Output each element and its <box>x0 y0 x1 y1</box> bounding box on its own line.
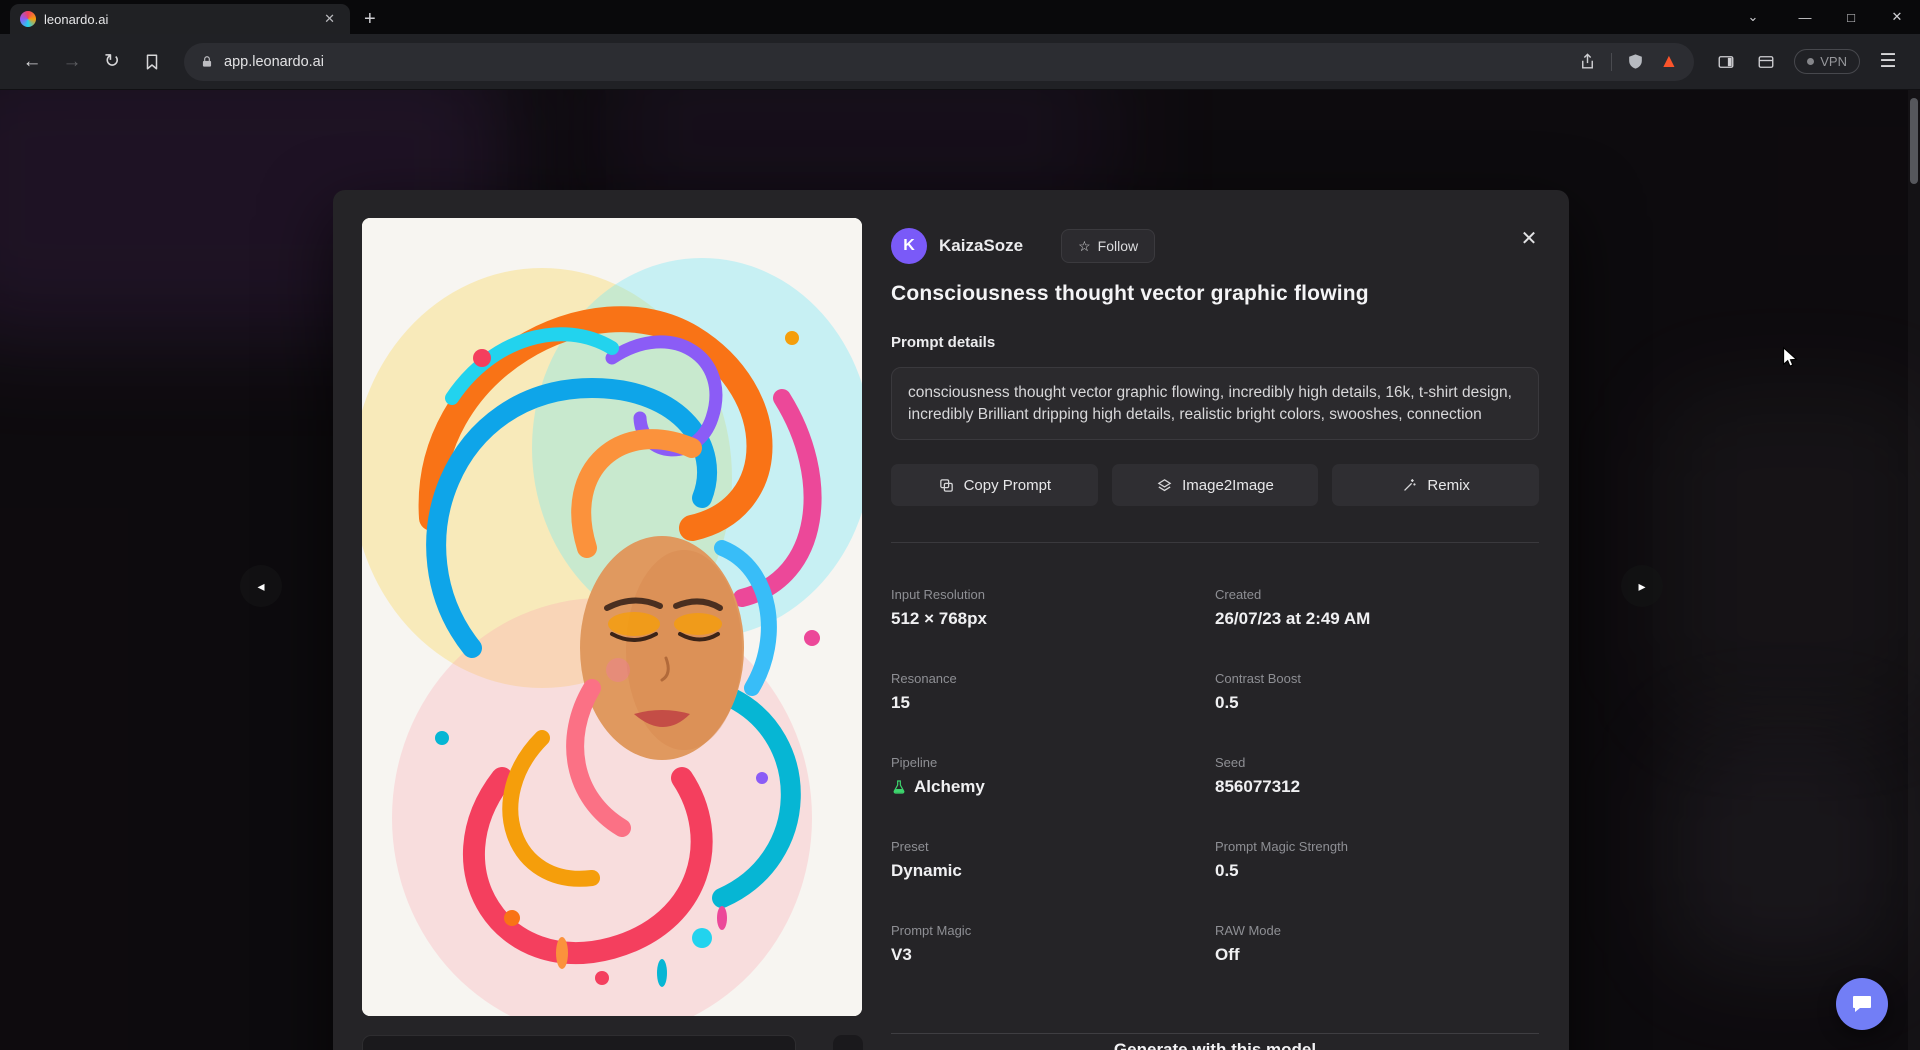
follow-label: Follow <box>1098 238 1138 254</box>
navigation-bar: ← → ↻ app.leonardo.ai ▲ VPN ☰ <box>0 34 1920 90</box>
chat-icon <box>1850 992 1874 1016</box>
new-tab-button[interactable]: + <box>364 9 376 29</box>
close-modal-button[interactable]: ✕ <box>1515 224 1543 252</box>
remix-button[interactable]: Remix <box>1332 464 1539 506</box>
share-icon[interactable] <box>1578 52 1597 71</box>
meta-prompt-magic-strength: Prompt Magic Strength 0.5 <box>1215 839 1539 881</box>
generated-image[interactable] <box>362 218 862 1016</box>
layers-icon <box>1156 477 1173 494</box>
menu-button[interactable]: ☰ <box>1870 44 1906 80</box>
bookmark-icon[interactable] <box>134 44 170 80</box>
window-controls: ⌄ — □ ✕ <box>1730 0 1920 34</box>
leonardo-favicon <box>20 11 36 27</box>
tab-title: leonardo.ai <box>44 12 311 27</box>
lock-icon <box>200 55 214 69</box>
tab-bar: leonardo.ai ✕ + ⌄ — □ ✕ <box>0 0 1920 34</box>
details-panel: K KaizaSoze ☆ Follow Consciousness thoug… <box>891 190 1539 965</box>
divider <box>891 542 1539 543</box>
brave-shields-icon[interactable] <box>1626 52 1645 71</box>
star-icon: ☆ <box>1078 238 1091 255</box>
tab-search-chevron-icon[interactable]: ⌄ <box>1730 0 1776 34</box>
tab-close-icon[interactable]: ✕ <box>319 9 340 29</box>
scrollbar[interactable] <box>1908 90 1920 1050</box>
prompt-actions: Copy Prompt Image2Image Remix <box>891 464 1539 506</box>
meta-contrast-boost: Contrast Boost 0.5 <box>1215 671 1539 713</box>
related-thumbnail[interactable] <box>362 1035 796 1050</box>
url-bar[interactable]: app.leonardo.ai ▲ <box>184 43 1694 81</box>
page-background: ◂ ▸ <box>0 90 1920 1050</box>
meta-created: Created 26/07/23 at 2:49 AM <box>1215 587 1539 629</box>
support-chat-button[interactable] <box>1836 978 1888 1030</box>
next-image-button[interactable]: ▸ <box>1621 565 1663 607</box>
wand-icon <box>1401 477 1418 494</box>
url-text: app.leonardo.ai <box>224 54 1568 70</box>
vpn-label: VPN <box>1820 54 1847 69</box>
meta-input-resolution: Input Resolution 512 × 768px <box>891 587 1215 629</box>
vpn-button[interactable]: VPN <box>1794 49 1860 74</box>
scrollbar-thumb[interactable] <box>1910 98 1918 184</box>
reload-button[interactable]: ↻ <box>94 44 130 80</box>
image-title: Consciousness thought vector graphic flo… <box>891 282 1539 306</box>
meta-resonance: Resonance 15 <box>891 671 1215 713</box>
previous-image-button[interactable]: ◂ <box>240 565 282 607</box>
prompt-details-heading: Prompt details <box>891 334 1539 351</box>
follow-button[interactable]: ☆ Follow <box>1061 229 1155 263</box>
divider <box>1611 53 1612 71</box>
meta-prompt-magic: Prompt Magic V3 <box>891 923 1215 965</box>
avatar[interactable]: K <box>891 228 927 264</box>
copy-prompt-label: Copy Prompt <box>964 477 1052 494</box>
metadata-grid: Input Resolution 512 × 768px Created 26/… <box>891 587 1539 965</box>
copy-prompt-button[interactable]: Copy Prompt <box>891 464 1098 506</box>
meta-seed: Seed 856077312 <box>1215 755 1539 797</box>
window-minimize-button[interactable]: — <box>1782 0 1828 34</box>
copy-icon <box>938 477 955 494</box>
image2image-button[interactable]: Image2Image <box>1112 464 1319 506</box>
window-close-button[interactable]: ✕ <box>1874 0 1920 34</box>
creator-username[interactable]: KaizaSoze <box>939 236 1023 256</box>
image-detail-modal: K KaizaSoze ☆ Follow Consciousness thoug… <box>333 190 1569 1050</box>
artwork-image <box>362 218 862 1016</box>
forward-button[interactable]: → <box>54 44 90 80</box>
generate-with-model-button[interactable]: Generate with this model <box>891 1033 1539 1050</box>
meta-raw-mode: RAW Mode Off <box>1215 923 1539 965</box>
meta-pipeline: Pipeline Alchemy <box>891 755 1215 797</box>
meta-preset: Preset Dynamic <box>891 839 1215 881</box>
flask-icon <box>891 779 907 795</box>
vpn-status-dot <box>1807 58 1814 65</box>
browser-tab[interactable]: leonardo.ai ✕ <box>10 4 350 34</box>
related-thumbnail[interactable] <box>833 1035 863 1050</box>
image2image-label: Image2Image <box>1182 477 1274 494</box>
sidebar-toggle-icon[interactable] <box>1708 44 1744 80</box>
remix-label: Remix <box>1427 477 1470 494</box>
browser-panel-icon[interactable] <box>1748 44 1784 80</box>
back-button[interactable]: ← <box>14 44 50 80</box>
prompt-text-box: consciousness thought vector graphic flo… <box>891 367 1539 440</box>
window-maximize-button[interactable]: □ <box>1828 0 1874 34</box>
brave-rewards-icon[interactable]: ▲ <box>1659 52 1678 71</box>
creator-header: K KaizaSoze ☆ Follow <box>891 228 1539 264</box>
